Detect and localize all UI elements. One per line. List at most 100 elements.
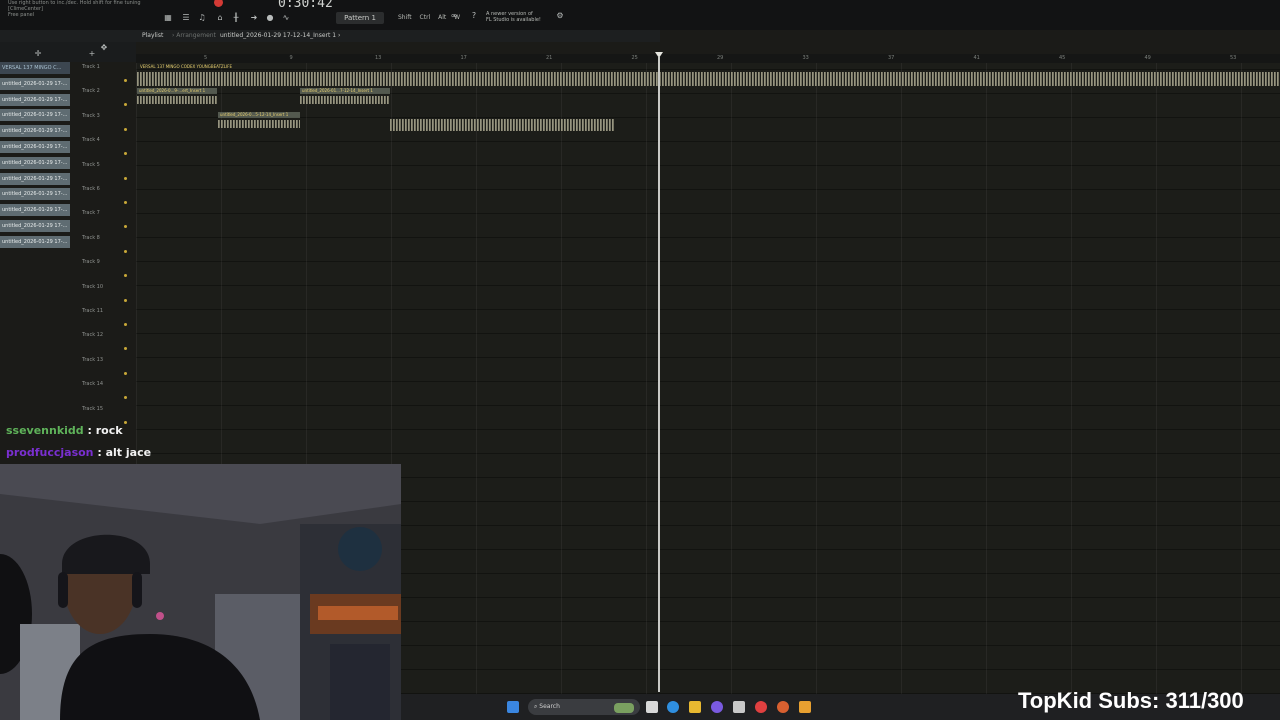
- mixer-icon[interactable]: ╫: [232, 14, 240, 22]
- clip-list-item[interactable]: untitled_2026-01-29 17-...: [0, 235, 70, 248]
- chat-separator: :: [83, 424, 96, 437]
- mic-icon[interactable]: ●: [266, 14, 274, 22]
- clip-list-item[interactable]: untitled_2026-01-29 17-...: [0, 93, 70, 106]
- hint-line: Free panel: [8, 12, 35, 18]
- clip-list-item[interactable]: untitled_2026-01-29 17-...: [0, 188, 70, 201]
- chat-username: ssevennkidd: [6, 424, 84, 437]
- clip-list-item[interactable]: untitled_2026-01-29 17-...: [0, 141, 70, 153]
- grid-icon[interactable]: ▦: [164, 14, 172, 22]
- file-explorer-icon[interactable]: [689, 701, 701, 713]
- track-label[interactable]: Track 14: [82, 381, 103, 387]
- bar-number: 49: [1144, 55, 1151, 61]
- clip-list-item[interactable]: untitled_2026-01-29 17-...: [0, 125, 70, 138]
- question-icon[interactable]: ?: [470, 12, 478, 20]
- hint-bar: Use right button to inc./dec. Hold shift…: [8, 0, 141, 18]
- arrow-icon[interactable]: ➜: [250, 14, 258, 22]
- search-icon: ⌕: [534, 703, 538, 710]
- clip-list-item[interactable]: untitled_2026-01-29 17-...: [0, 77, 70, 90]
- track-label[interactable]: Track 10: [82, 284, 103, 290]
- arrangement-label[interactable]: › Arrangement: [172, 32, 216, 39]
- clip-list-item[interactable]: untitled_2026-01-29 17-...: [0, 156, 70, 169]
- track-led[interactable]: [124, 323, 127, 326]
- clip-name: untitled_2026-01...7-12-14_Insert 1: [302, 88, 373, 93]
- notice-line: FL Studio is available!: [486, 17, 541, 23]
- track-led[interactable]: [124, 371, 127, 375]
- link-icon[interactable]: ∞: [450, 12, 458, 20]
- clip-name: untitled_2026-0...5-12-14_Insert 1: [220, 112, 289, 117]
- piano-roll-icon[interactable]: ♫: [198, 14, 206, 22]
- bar-number: 21: [546, 55, 553, 61]
- clip-list-item[interactable]: untitled_2026-01-29 17-...: [0, 172, 70, 185]
- obs-icon[interactable]: [777, 701, 789, 713]
- bar-number: 45: [1059, 55, 1066, 61]
- playhead[interactable]: [658, 56, 660, 692]
- clip-list-item[interactable]: VERSAL 137 MINGO C...: [0, 62, 70, 74]
- audio-clip[interactable]: [318, 116, 654, 134]
- clip-name: VERSAL 137 MINGO CODEX YOUNGBEATZLIFE: [140, 64, 233, 69]
- clip-list-item[interactable]: untitled_2026-01-29 17-...: [0, 204, 70, 217]
- bar-number: 41: [973, 55, 980, 61]
- widget-icon[interactable]: [614, 703, 634, 713]
- track-led[interactable]: [124, 79, 127, 82]
- track-led[interactable]: [124, 396, 127, 400]
- chat-separator: :: [93, 446, 106, 459]
- track-label[interactable]: Track 15: [82, 406, 103, 412]
- bar-number: 5: [204, 55, 208, 61]
- track-label[interactable]: Track 9: [82, 259, 100, 265]
- track-led[interactable]: [124, 152, 127, 156]
- audio-clip[interactable]: VERSAL 137 MINGO CODEX YOUNGBEATZLIFE: [137, 63, 1280, 87]
- track-led[interactable]: [124, 103, 127, 107]
- edge-icon[interactable]: [667, 701, 679, 713]
- bar-number: 9: [289, 55, 293, 61]
- track-led[interactable]: [124, 176, 127, 180]
- track-label[interactable]: Track 13: [82, 357, 103, 363]
- playlist-title[interactable]: Playlist: [142, 32, 163, 39]
- track-label[interactable]: Track 3: [82, 113, 100, 119]
- track-label[interactable]: Track 11: [82, 308, 103, 314]
- track-label[interactable]: Track 8: [82, 235, 100, 241]
- browser-icon[interactable]: ⌂: [216, 14, 224, 22]
- timeline-ruler[interactable]: [136, 54, 1280, 63]
- fl-studio-icon[interactable]: [799, 701, 811, 713]
- update-notice[interactable]: A newer version of FL Studio is availabl…: [486, 11, 541, 23]
- track-led[interactable]: [124, 298, 127, 302]
- move-icon[interactable]: ✛: [34, 50, 42, 58]
- track-label[interactable]: Track 7: [82, 210, 100, 216]
- track-led[interactable]: [124, 201, 127, 204]
- chat-message: rock: [95, 424, 123, 437]
- track-led[interactable]: [124, 225, 127, 229]
- chat-line: prodfuccjason : alt jace: [6, 446, 151, 459]
- track-label[interactable]: Track 1: [82, 64, 100, 70]
- audio-clip[interactable]: untitled_2026-01...7-12-14_Insert 1: [300, 88, 390, 108]
- windows-start-icon[interactable]: [507, 701, 519, 713]
- wave-icon[interactable]: ∿: [282, 14, 290, 22]
- track-led[interactable]: [124, 127, 127, 131]
- track-label[interactable]: Track 6: [82, 186, 100, 192]
- clip-list-item[interactable]: untitled_2026-01-29 17-...: [0, 109, 70, 122]
- clip-list-item[interactable]: untitled_2026-01-29 17-...: [0, 220, 70, 232]
- webcam-scene: [0, 464, 401, 720]
- track-led[interactable]: [124, 274, 127, 278]
- audio-clip[interactable]: untitled_2026-0...9-...ert_Insert 1: [137, 88, 217, 108]
- chrome-icon[interactable]: [755, 701, 767, 713]
- chat-username: prodfuccjason: [6, 446, 94, 459]
- gear-icon[interactable]: ⚙: [556, 12, 564, 20]
- bar-number: 29: [717, 55, 724, 61]
- playlist-file-label[interactable]: untitled_2026-01-29 17-12-14_Insert 1 ›: [220, 32, 340, 39]
- app-icon[interactable]: [711, 701, 723, 713]
- add-icon[interactable]: +: [88, 50, 96, 58]
- task-view-icon[interactable]: [646, 701, 658, 713]
- playlist-icon[interactable]: ☰: [182, 14, 190, 22]
- resize-icon[interactable]: ✥: [100, 44, 108, 52]
- audio-clip[interactable]: untitled_2026-0...5-12-14_Insert 1: [218, 112, 300, 134]
- store-icon[interactable]: [733, 701, 745, 713]
- track-label[interactable]: Track 4: [82, 137, 100, 143]
- track-label[interactable]: Track 5: [82, 162, 100, 168]
- track-led[interactable]: [124, 249, 127, 253]
- pattern-selector[interactable]: Pattern 1: [336, 12, 384, 24]
- track-label[interactable]: Track 12: [82, 332, 103, 338]
- track-led[interactable]: [124, 347, 127, 351]
- track-label[interactable]: Track 2: [82, 88, 100, 94]
- track-led[interactable]: [124, 420, 127, 424]
- time-display: 0:30:42: [278, 0, 333, 11]
